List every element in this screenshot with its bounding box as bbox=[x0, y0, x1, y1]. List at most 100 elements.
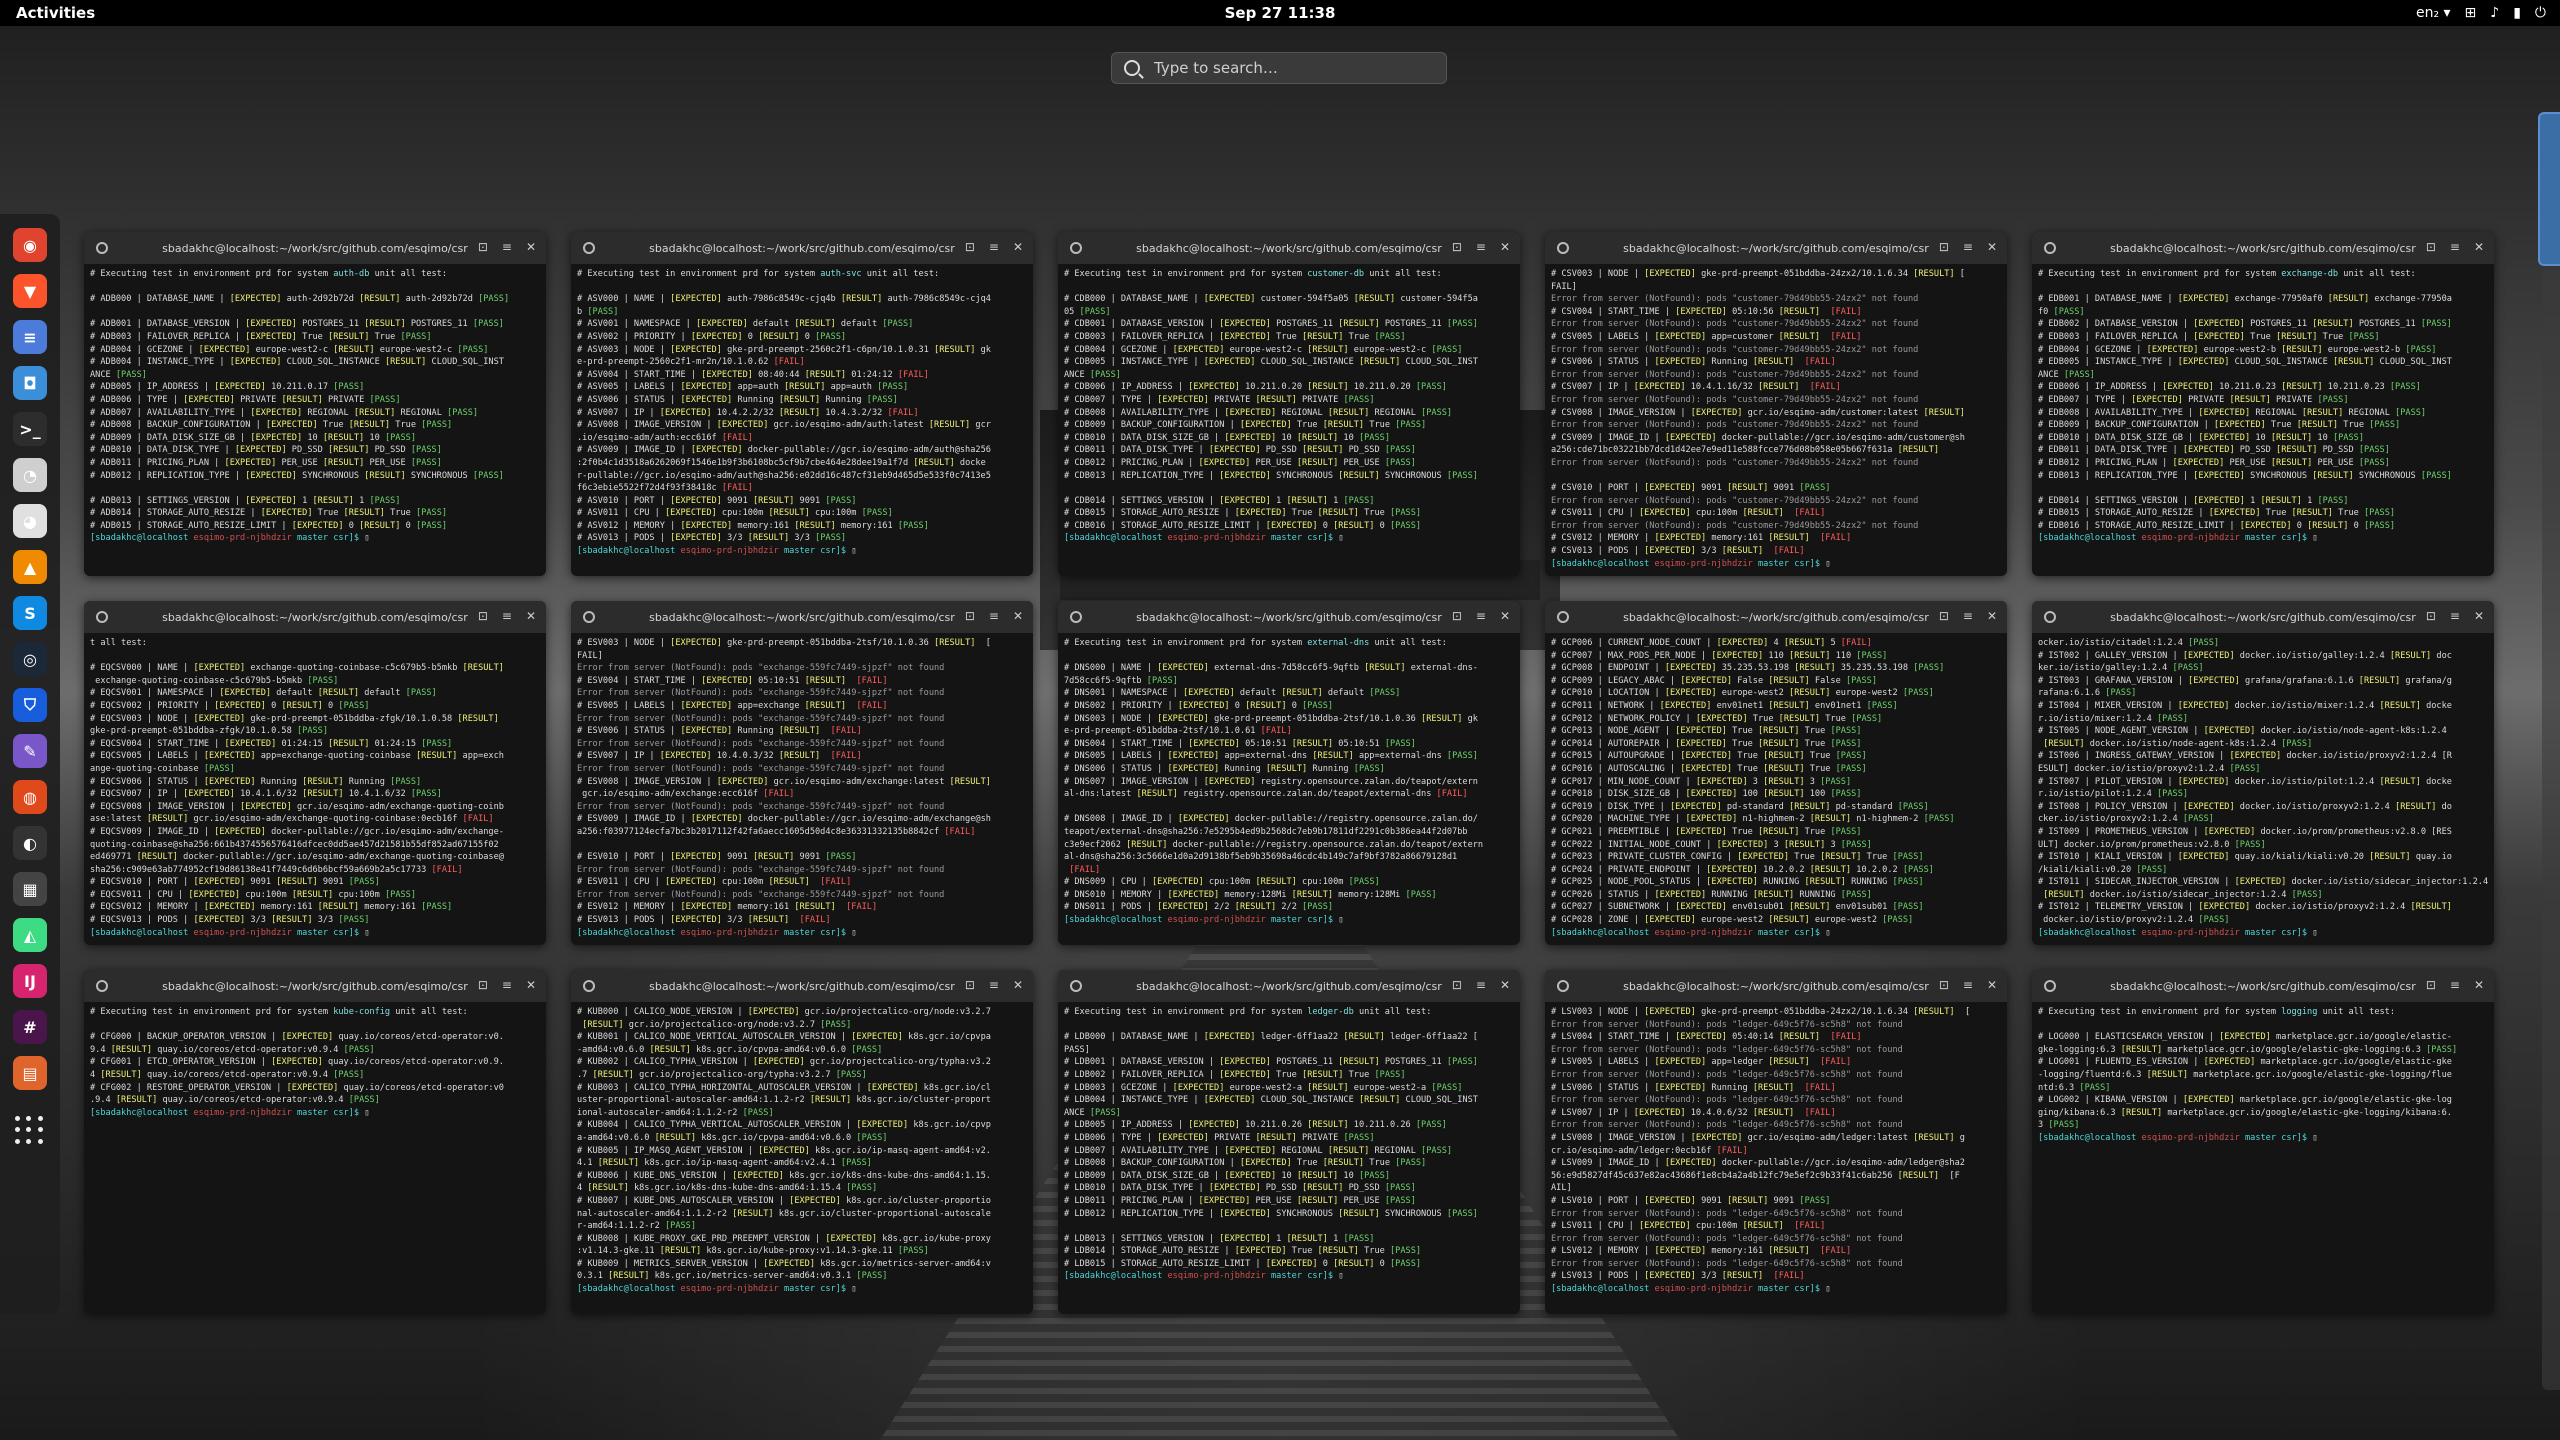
new-tab-icon[interactable]: ⊡ bbox=[2426, 978, 2436, 992]
dock-app-disk-a-icon[interactable]: ◔ bbox=[13, 458, 47, 492]
menu-icon[interactable]: ≡ bbox=[2450, 240, 2460, 254]
search-bar[interactable] bbox=[1111, 52, 1447, 84]
terminal-window[interactable]: sbadakhc@localhost:~/work/src/github.com… bbox=[1545, 232, 2007, 576]
terminal-output[interactable]: # Executing test in environment prd for … bbox=[571, 264, 1033, 572]
terminal-headerbar[interactable]: sbadakhc@localhost:~/work/src/github.com… bbox=[2032, 232, 2494, 264]
new-tab-icon[interactable]: ⊡ bbox=[1939, 978, 1949, 992]
new-tab-icon[interactable]: ⊡ bbox=[1452, 609, 1462, 623]
search-icon[interactable] bbox=[96, 980, 108, 992]
show-applications-icon[interactable] bbox=[15, 1116, 45, 1146]
terminal-window[interactable]: sbadakhc@localhost:~/work/src/github.com… bbox=[1545, 601, 2007, 945]
terminal-headerbar[interactable]: sbadakhc@localhost:~/work/src/github.com… bbox=[84, 601, 546, 633]
clock[interactable]: Sep 27 11:38 bbox=[1225, 4, 1336, 22]
power-icon[interactable]: ⏻ bbox=[2535, 5, 2546, 21]
dock-app-brave-icon[interactable]: ▼ bbox=[13, 274, 47, 308]
search-icon[interactable] bbox=[96, 611, 108, 623]
menu-icon[interactable]: ≡ bbox=[989, 609, 999, 623]
dock-app-ubuntu-store-icon[interactable]: ◍ bbox=[13, 780, 47, 814]
close-icon[interactable]: ✕ bbox=[1500, 240, 1510, 254]
new-tab-icon[interactable]: ⊡ bbox=[965, 240, 975, 254]
menu-icon[interactable]: ≡ bbox=[1476, 609, 1486, 623]
menu-icon[interactable]: ≡ bbox=[1476, 240, 1486, 254]
battery-icon[interactable]: ▮ bbox=[2513, 5, 2521, 21]
dock-app-android-studio-icon[interactable]: ◭ bbox=[13, 918, 47, 952]
dock-app-notes-icon[interactable]: ✎ bbox=[13, 734, 47, 768]
close-icon[interactable]: ✕ bbox=[1013, 609, 1023, 623]
terminal-output[interactable]: # LSV003 | NODE | [EXPECTED] gke-prd-pre… bbox=[1545, 1002, 2007, 1310]
dock-app-docs-icon[interactable]: ≡ bbox=[13, 320, 47, 354]
new-tab-icon[interactable]: ⊡ bbox=[478, 240, 488, 254]
search-icon[interactable] bbox=[583, 980, 595, 992]
terminal-headerbar[interactable]: sbadakhc@localhost:~/work/src/github.com… bbox=[1545, 970, 2007, 1002]
terminal-window[interactable]: sbadakhc@localhost:~/work/src/github.com… bbox=[571, 970, 1033, 1314]
system-tray[interactable]: en₂ ▾ ⊞ ♪ ▮ ⏻ bbox=[2416, 5, 2546, 21]
close-icon[interactable]: ✕ bbox=[1013, 978, 1023, 992]
new-tab-icon[interactable]: ⊡ bbox=[965, 978, 975, 992]
terminal-headerbar[interactable]: sbadakhc@localhost:~/work/src/github.com… bbox=[1058, 232, 1520, 264]
terminal-output[interactable]: # GCP006 | CURRENT_NODE_COUNT | [EXPECTE… bbox=[1545, 633, 2007, 941]
terminal-headerbar[interactable]: sbadakhc@localhost:~/work/src/github.com… bbox=[571, 970, 1033, 1002]
terminal-headerbar[interactable]: sbadakhc@localhost:~/work/src/github.com… bbox=[2032, 970, 2494, 1002]
close-icon[interactable]: ✕ bbox=[1013, 240, 1023, 254]
new-tab-icon[interactable]: ⊡ bbox=[1452, 978, 1462, 992]
terminal-headerbar[interactable]: sbadakhc@localhost:~/work/src/github.com… bbox=[571, 232, 1033, 264]
language-indicator[interactable]: en₂ ▾ bbox=[2416, 5, 2451, 21]
search-icon[interactable] bbox=[1070, 611, 1082, 623]
terminal-output[interactable]: # KUB000 | CALICO_NODE_VERSION | [EXPECT… bbox=[571, 1002, 1033, 1310]
terminal-window[interactable]: sbadakhc@localhost:~/work/src/github.com… bbox=[2032, 970, 2494, 1314]
new-tab-icon[interactable]: ⊡ bbox=[2426, 240, 2436, 254]
terminal-output[interactable]: # Executing test in environment prd for … bbox=[84, 1002, 546, 1310]
terminal-output[interactable]: # ESV003 | NODE | [EXPECTED] gke-prd-pre… bbox=[571, 633, 1033, 941]
dock-app-slack-icon[interactable]: # bbox=[13, 1010, 47, 1044]
terminal-window[interactable]: sbadakhc@localhost:~/work/src/github.com… bbox=[1058, 601, 1520, 945]
new-tab-icon[interactable]: ⊡ bbox=[965, 609, 975, 623]
workspace-thumbnail-active[interactable] bbox=[2538, 112, 2560, 266]
menu-icon[interactable]: ≡ bbox=[1963, 240, 1973, 254]
menu-icon[interactable]: ≡ bbox=[502, 978, 512, 992]
terminal-window[interactable]: sbadakhc@localhost:~/work/src/github.com… bbox=[1058, 970, 1520, 1314]
terminal-window[interactable]: sbadakhc@localhost:~/work/src/github.com… bbox=[2032, 601, 2494, 945]
dock-app-bitwarden-icon[interactable]: ⛉ bbox=[13, 688, 47, 722]
new-tab-icon[interactable]: ⊡ bbox=[2426, 609, 2436, 623]
search-icon[interactable] bbox=[2044, 980, 2056, 992]
volume-icon[interactable]: ♪ bbox=[2490, 5, 2499, 21]
search-input[interactable] bbox=[1152, 58, 1416, 78]
menu-icon[interactable]: ≡ bbox=[989, 240, 999, 254]
terminal-window[interactable]: sbadakhc@localhost:~/work/src/github.com… bbox=[1058, 232, 1520, 576]
search-icon[interactable] bbox=[583, 611, 595, 623]
terminal-headerbar[interactable]: sbadakhc@localhost:~/work/src/github.com… bbox=[1058, 970, 1520, 1002]
search-icon[interactable] bbox=[1557, 611, 1569, 623]
new-tab-icon[interactable]: ⊡ bbox=[478, 609, 488, 623]
menu-icon[interactable]: ≡ bbox=[989, 978, 999, 992]
terminal-window[interactable]: sbadakhc@localhost:~/work/src/github.com… bbox=[1545, 970, 2007, 1314]
terminal-output[interactable]: # Executing test in environment prd for … bbox=[1058, 633, 1520, 941]
terminal-headerbar[interactable]: sbadakhc@localhost:~/work/src/github.com… bbox=[2032, 601, 2494, 633]
new-tab-icon[interactable]: ⊡ bbox=[478, 978, 488, 992]
terminal-headerbar[interactable]: sbadakhc@localhost:~/work/src/github.com… bbox=[1545, 232, 2007, 264]
close-icon[interactable]: ✕ bbox=[526, 609, 536, 623]
close-icon[interactable]: ✕ bbox=[526, 240, 536, 254]
menu-icon[interactable]: ≡ bbox=[1963, 609, 1973, 623]
close-icon[interactable]: ✕ bbox=[1987, 978, 1997, 992]
close-icon[interactable]: ✕ bbox=[2474, 609, 2484, 623]
search-icon[interactable] bbox=[1070, 242, 1082, 254]
close-icon[interactable]: ✕ bbox=[1500, 609, 1510, 623]
terminal-window[interactable]: sbadakhc@localhost:~/work/src/github.com… bbox=[84, 601, 546, 945]
terminal-output[interactable]: # CSV003 | NODE | [EXPECTED] gke-prd-pre… bbox=[1545, 264, 2007, 572]
new-tab-icon[interactable]: ⊡ bbox=[1452, 240, 1462, 254]
terminal-window[interactable]: sbadakhc@localhost:~/work/src/github.com… bbox=[2032, 232, 2494, 576]
dock-app-terminal-icon[interactable]: >_ bbox=[13, 412, 47, 446]
terminal-output[interactable]: # Executing test in environment prd for … bbox=[2032, 1002, 2494, 1310]
terminal-output[interactable]: # Executing test in environment prd for … bbox=[84, 264, 546, 572]
new-tab-icon[interactable]: ⊡ bbox=[1939, 240, 1949, 254]
menu-icon[interactable]: ≡ bbox=[502, 609, 512, 623]
terminal-window[interactable]: sbadakhc@localhost:~/work/src/github.com… bbox=[84, 970, 546, 1314]
dock-app-skype-icon[interactable]: S bbox=[13, 596, 47, 630]
menu-icon[interactable]: ≡ bbox=[2450, 978, 2460, 992]
dock-app-vlc-icon[interactable]: ▲ bbox=[13, 550, 47, 584]
workspace-thumbnail[interactable] bbox=[2542, 270, 2560, 1390]
search-icon[interactable] bbox=[583, 242, 595, 254]
terminal-headerbar[interactable]: sbadakhc@localhost:~/work/src/github.com… bbox=[84, 970, 546, 1002]
dock-app-files-icon[interactable]: ▤ bbox=[13, 1056, 47, 1090]
search-icon[interactable] bbox=[1070, 980, 1082, 992]
